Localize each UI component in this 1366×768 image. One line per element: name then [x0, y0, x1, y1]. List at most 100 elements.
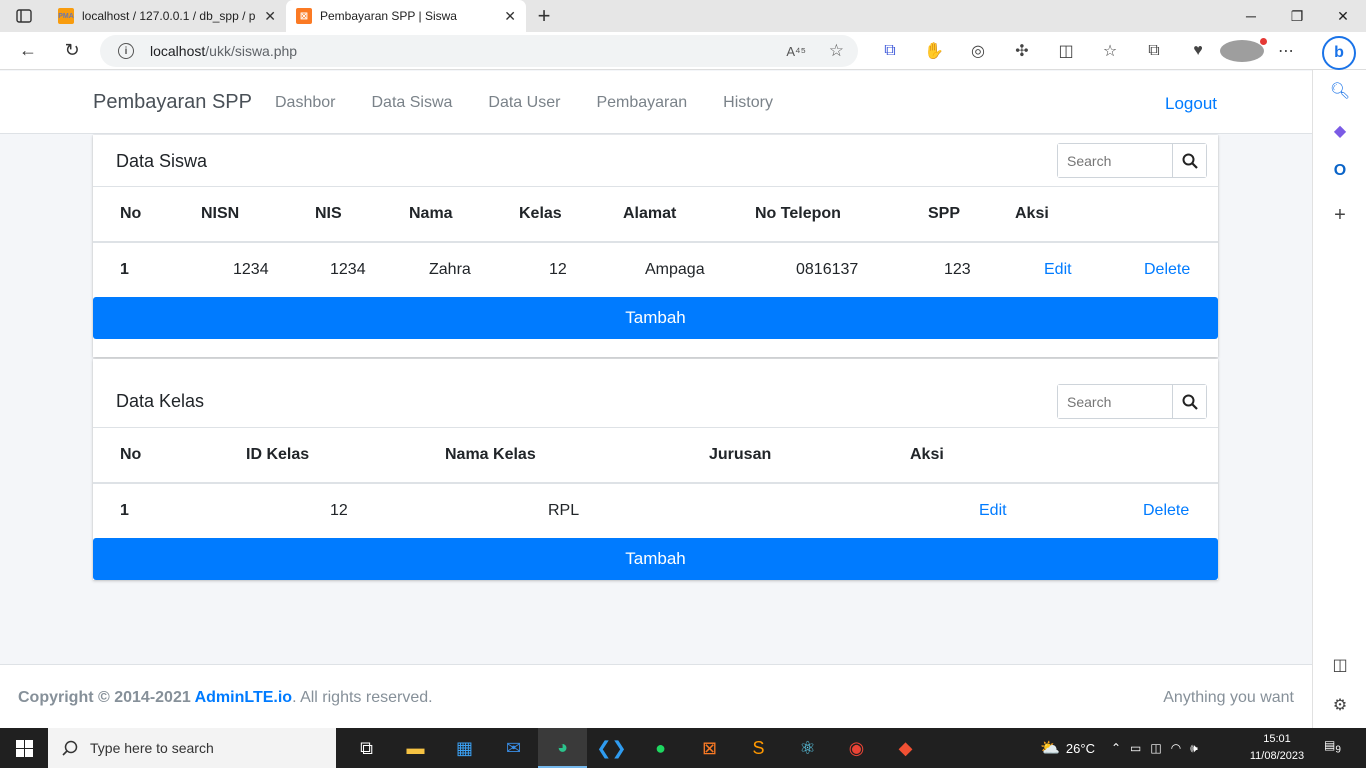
adminlte-link[interactable]: AdminLTE.io [195, 689, 292, 706]
chevron-up-icon[interactable]: ⌃ [1111, 741, 1121, 755]
favorite-star-icon[interactable]: ☆ [829, 41, 844, 61]
nav-link-data-user[interactable]: Data User [488, 94, 560, 112]
tracking-icon[interactable]: ◎ [956, 41, 1000, 61]
cell-delete: Delete [1070, 483, 1218, 538]
spotify-icon[interactable]: ● [636, 728, 685, 768]
profile-avatar[interactable] [1220, 38, 1267, 62]
translate-icon[interactable]: ⧉ [868, 42, 912, 60]
info-icon[interactable]: i [118, 43, 134, 59]
browser-toolbar: ← ↻ i localhost/ukk/siswa.php A⁴⁵ ☆ ⧉ ✋ … [0, 32, 1366, 70]
meet-now-icon[interactable]: ◫ [1150, 741, 1161, 755]
xampp-icon[interactable]: ⊠ [685, 728, 734, 768]
siswa-search-button[interactable] [1172, 144, 1206, 177]
delete-link[interactable]: Delete [1144, 261, 1190, 278]
taskbar-search[interactable]: Type here to search [48, 728, 336, 768]
volume-icon[interactable]: 🕪︎ [1190, 741, 1198, 756]
chrome-icon[interactable]: ◉ [832, 728, 881, 768]
notification-center-icon[interactable]: ▤9 [1324, 738, 1341, 755]
minimize-button[interactable]: ─ [1228, 0, 1274, 32]
battery-icon[interactable]: ▭ [1130, 741, 1141, 755]
start-button[interactable] [0, 728, 48, 768]
siswa-search-input[interactable] [1058, 144, 1172, 177]
wifi-icon[interactable]: ◠ [1171, 741, 1181, 755]
address-bar[interactable]: i localhost/ukk/siswa.php A⁴⁵ ☆ [100, 35, 858, 67]
extension-colorful-icon[interactable]: ✋ [912, 41, 956, 61]
read-aloud-icon[interactable]: A⁴⁵ [786, 44, 806, 59]
kelas-search-input[interactable] [1058, 385, 1172, 418]
extensions-icon[interactable]: ✣ [1000, 41, 1044, 61]
edge-icon[interactable]: ◕ [538, 728, 587, 768]
tab-title: Pembayaran SPP | Siswa [320, 9, 457, 23]
browser-tab-phpmyadmin[interactable]: PMA localhost / 127.0.0.1 / db_spp / p ✕ [48, 0, 286, 32]
delete-link[interactable]: Delete [1143, 502, 1189, 519]
nav-links: Dashbor Data Siswa Data User Pembayaran … [275, 94, 809, 112]
page-footer: Copyright © 2014-2021 AdminLTE.io. All r… [0, 664, 1312, 728]
vscode-icon[interactable]: ❮❯ [587, 728, 636, 768]
favorites-icon[interactable]: ☆ [1088, 41, 1132, 61]
back-button[interactable]: ← [6, 32, 50, 70]
close-icon[interactable]: ✕ [504, 8, 516, 25]
table-header-row: No ID Kelas Nama Kelas Jurusan Aksi [93, 428, 1218, 484]
git-icon[interactable]: ◆ [881, 728, 930, 768]
weather-icon[interactable]: ⛅ [1040, 738, 1060, 758]
nav-link-dashbor[interactable]: Dashbor [275, 94, 335, 112]
top-navbar: Pembayaran SPP Dashbor Data Siswa Data U… [0, 71, 1312, 134]
copyright-text: Copyright © 2014-2021 AdminLTE.io. All r… [18, 689, 433, 707]
cell-nis: 1234 [330, 261, 366, 278]
performance-icon[interactable]: ♥ [1176, 42, 1220, 60]
cell-delete: Delete [1115, 242, 1218, 297]
close-window-button[interactable]: ✕ [1320, 0, 1366, 32]
edit-link[interactable]: Edit [1044, 261, 1072, 278]
cell-alamat: Ampaga [645, 261, 705, 278]
column-header-nama: Nama [409, 187, 519, 243]
siswa-tambah-button[interactable]: Tambah [93, 297, 1218, 339]
temperature[interactable]: 26°C [1066, 741, 1095, 756]
nav-link-data-siswa[interactable]: Data Siswa [371, 94, 452, 112]
task-view-icon[interactable]: ⧉ [342, 728, 391, 768]
cell-jurusan [709, 483, 910, 538]
kelas-search-button[interactable] [1172, 385, 1206, 418]
column-header-spacer [1115, 187, 1218, 243]
web-page: Pembayaran SPP Dashbor Data Siswa Data U… [0, 71, 1312, 728]
more-options-icon[interactable]: ⋯ [1264, 41, 1308, 61]
extension-icons: ⧉ ✋ ◎ ✣ ◫ ☆ ⧉ ♥ ⋯ [868, 32, 1308, 70]
browser-tab-siswa[interactable]: ⊠ Pembayaran SPP | Siswa ✕ [286, 0, 526, 32]
column-header-nisn: NISN [201, 187, 315, 243]
brand[interactable]: Pembayaran SPP [93, 91, 252, 114]
card-spacer [93, 339, 1218, 357]
kelas-tambah-button[interactable]: Tambah [93, 538, 1218, 580]
add-icon[interactable]: + [1327, 202, 1353, 228]
microsoft-store-icon[interactable]: ▦ [440, 728, 489, 768]
search-icon [1182, 153, 1198, 169]
split-screen-icon[interactable]: ◫ [1044, 41, 1088, 61]
mail-icon[interactable]: ✉ [489, 728, 538, 768]
logout-link[interactable]: Logout [1165, 94, 1217, 114]
hide-sidebar-icon[interactable]: ◫ [1327, 652, 1353, 678]
siswa-search-group [1057, 143, 1207, 178]
outlook-icon[interactable]: O [1327, 158, 1353, 184]
column-header-kelas: Kelas [519, 187, 623, 243]
nav-link-history[interactable]: History [723, 94, 773, 112]
collections-icon[interactable]: ⧉ [1132, 42, 1176, 60]
nav-link-pembayaran[interactable]: Pembayaran [596, 94, 687, 112]
search-icon[interactable]: 🔍︎ [1327, 78, 1353, 104]
react-icon[interactable]: ⚛ [783, 728, 832, 768]
new-tab-button[interactable]: + [526, 0, 562, 32]
sublime-text-icon[interactable]: S [734, 728, 783, 768]
taskbar-clock[interactable]: 15:01 11/08/2023 [1245, 731, 1309, 765]
file-explorer-icon[interactable]: ▬ [391, 728, 440, 768]
column-header-nama-kelas: Nama Kelas [445, 428, 709, 484]
close-icon[interactable]: ✕ [264, 8, 276, 25]
settings-icon[interactable]: ⚙ [1327, 692, 1353, 718]
restore-button[interactable]: ❐ [1274, 0, 1320, 32]
refresh-button[interactable]: ↻ [50, 32, 94, 70]
table-row: 1 1234 1234 Zahra 12 Ampaga 0816137 123 … [93, 242, 1218, 297]
column-header-spp: SPP [928, 187, 1015, 243]
browser-tab-bar: PMA localhost / 127.0.0.1 / db_spp / p ✕… [0, 0, 1366, 32]
bing-copilot-icon[interactable]: b [1322, 36, 1356, 70]
edit-link[interactable]: Edit [979, 502, 1007, 519]
tab-actions-button[interactable] [0, 0, 48, 32]
clock-time: 15:01 [1263, 733, 1291, 745]
copilot-icon[interactable]: ◆ [1327, 118, 1353, 144]
cell-edit: Edit [910, 483, 1070, 538]
